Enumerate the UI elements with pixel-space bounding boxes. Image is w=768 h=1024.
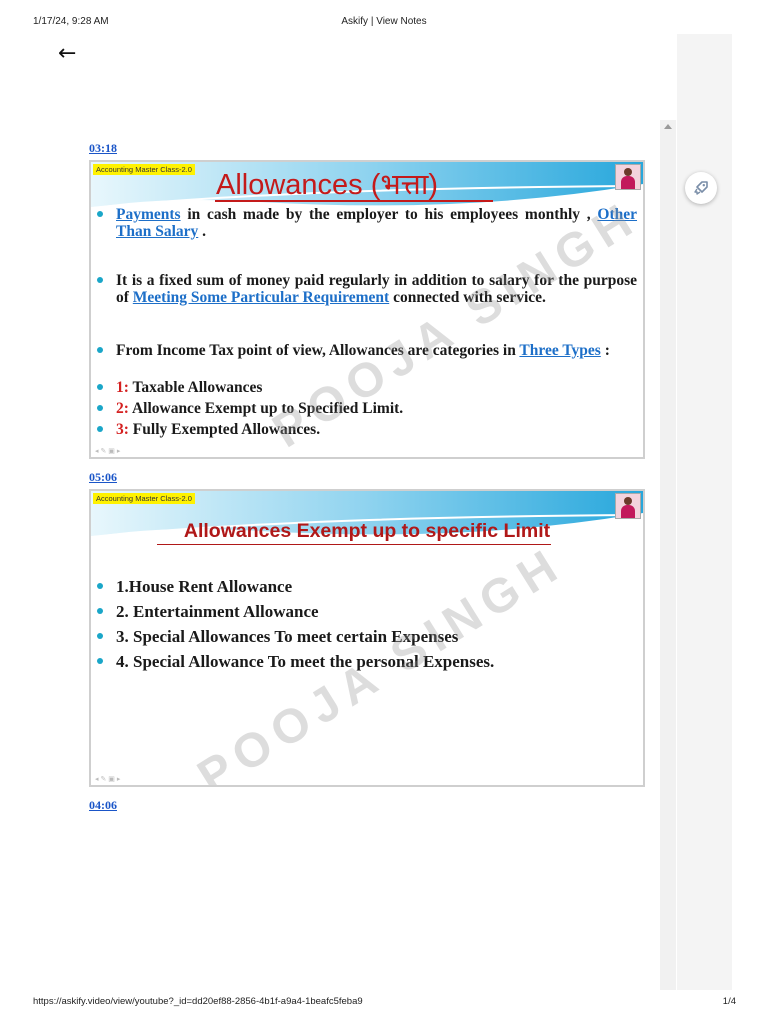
presenter-thumbnail <box>615 493 641 519</box>
slide-highlight-term: Payments <box>116 206 181 223</box>
slide-text-run: Taxable Allowances <box>128 379 263 396</box>
print-footer: https://askify.video/view/youtube?_id=dd… <box>0 996 768 1010</box>
slide-text-run: in cash made by the employer to his empl… <box>180 206 587 223</box>
slide-controls: ◂ ✎ ▣ ▸ <box>95 776 121 783</box>
print-header: 1/17/24, 9:28 AM Askify | View Notes <box>0 16 768 30</box>
slide-text-run: connected with service. <box>389 289 546 306</box>
bullet-dot-icon <box>97 347 103 353</box>
slide-bullet-text: 1: Taxable Allowances <box>116 379 637 396</box>
slide-bullet-text: Payments in cash made by the employer to… <box>116 206 637 240</box>
rocket-icon <box>694 181 708 195</box>
bullet-dot-icon <box>97 658 103 664</box>
slide-text-run: Fully Exempted Allowances. <box>128 421 321 438</box>
bullet-dot-icon <box>97 633 103 639</box>
scroll-up-icon[interactable] <box>664 124 672 129</box>
slide-bullet-number: 1: <box>116 379 129 396</box>
slide-controls: ◂ ✎ ▣ ▸ <box>95 448 121 455</box>
slide-text-run: Allowance Exempt up to Specified Limit. <box>128 400 404 417</box>
slide-text-run: : <box>600 342 610 359</box>
slide-highlight-term: Three Types <box>519 342 601 359</box>
slide-title-hindi: भत्ता <box>380 167 429 201</box>
timestamp-link[interactable]: 03:18 <box>89 141 117 156</box>
presenter-thumbnail <box>615 164 641 190</box>
slide-text-run: From Income Tax point of view, Allowance… <box>116 342 520 359</box>
slide-text-run: , <box>586 206 598 223</box>
slide-bullet-text: 1.House Rent Allowance <box>116 577 293 596</box>
slide-bullet-text: 2. Entertainment Allowance <box>116 602 319 621</box>
slide-title-en: Allowances ( <box>216 169 381 201</box>
slide-title: Allowances (भत्ता) <box>216 164 438 203</box>
slide-tagline: Accounting Master Class-2.0 <box>93 164 195 175</box>
slide-title-underline <box>157 544 551 545</box>
slide-bullet-text: 4. Special Allowance To meet the persona… <box>116 652 495 671</box>
print-url: https://askify.video/view/youtube?_id=dd… <box>33 996 363 1007</box>
slide-title-underline <box>215 200 493 202</box>
timestamp-link[interactable]: 04:06 <box>89 798 117 813</box>
bullet-dot-icon <box>97 405 103 411</box>
bullet-dot-icon <box>97 583 103 589</box>
print-title: Askify | View Notes <box>341 16 427 27</box>
slide-highlight-term: Meeting Some Particular Requirement <box>132 289 390 306</box>
slide-title-close: ) <box>428 169 439 201</box>
slide-bullet-number: 2: <box>116 400 129 417</box>
bullet-dot-icon <box>97 277 103 283</box>
slide-bullet-text: It is a fixed sum of money paid regularl… <box>116 272 637 306</box>
slide-bullet-text: 3. Special Allowances To meet certain Ex… <box>116 627 459 646</box>
slide-title: Allowances Exempt up to specific Limit <box>183 520 551 542</box>
bullet-dot-icon <box>97 384 103 390</box>
slide-bullet-number: 3: <box>116 421 129 438</box>
print-page-number: 1/4 <box>722 996 736 1007</box>
slide-bullet-text: 3: Fully Exempted Allowances. <box>116 421 637 438</box>
slide-bullet-text: From Income Tax point of view, Allowance… <box>116 342 637 359</box>
scrollbar-track[interactable] <box>660 120 676 990</box>
bullet-dot-icon <box>97 211 103 217</box>
bullet-dot-icon <box>97 426 103 432</box>
arrow-left-icon: ← <box>58 41 77 66</box>
bullet-dot-icon <box>97 608 103 614</box>
slide-bullet-text: 2: Allowance Exempt up to Specified Limi… <box>116 400 637 417</box>
timestamp-link[interactable]: 05:06 <box>89 470 117 485</box>
slide-tagline: Accounting Master Class-2.0 <box>93 493 195 504</box>
slide-image: Accounting Master Class-2.0 Allowances (… <box>89 160 645 459</box>
slide-text-run: . <box>198 223 207 240</box>
slide-image: Accounting Master Class-2.0 Allowances E… <box>89 489 645 787</box>
back-button[interactable]: ← <box>58 42 76 66</box>
floating-action-button[interactable] <box>685 172 717 204</box>
